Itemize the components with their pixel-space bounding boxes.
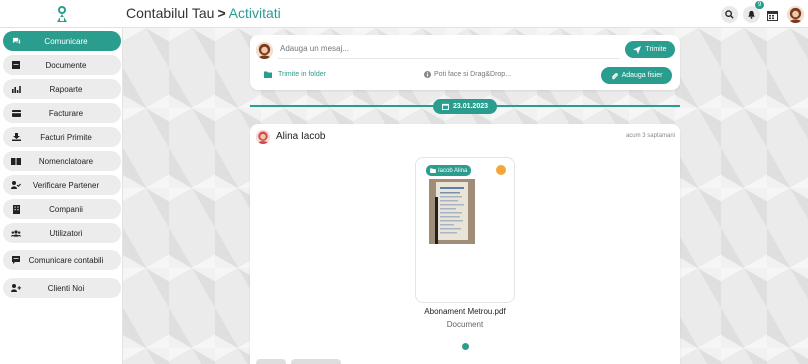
document-preview-image bbox=[429, 179, 475, 244]
chart-icon bbox=[11, 86, 21, 93]
add-file-label: Adauga fisier bbox=[621, 72, 663, 79]
sidebar-item-companii[interactable]: Companii bbox=[3, 199, 121, 219]
search-icon bbox=[725, 10, 734, 19]
calendar-icon bbox=[767, 11, 778, 21]
send-to-folder-label: Trimite in folder bbox=[278, 71, 326, 78]
info-icon bbox=[424, 71, 431, 78]
chat-icon bbox=[12, 37, 20, 45]
user-check-icon bbox=[11, 181, 21, 189]
sidebar-item-label: Facturare bbox=[48, 108, 84, 118]
sidebar-item-facturare[interactable]: Facturare bbox=[3, 103, 121, 123]
date-separator-label: 23.01.2023 bbox=[452, 103, 489, 110]
sidebar-item-label: Comunicare bbox=[44, 36, 88, 46]
sidebar-item-documente[interactable]: Documente bbox=[3, 55, 121, 75]
date-separator: 23.01.2023 bbox=[433, 99, 497, 114]
send-to-folder-link[interactable]: Trimite in folder bbox=[264, 71, 326, 78]
sidebar-item-utilizatori[interactable]: Utilizatori bbox=[3, 223, 121, 243]
message-icon bbox=[12, 256, 20, 264]
send-button[interactable]: Trimite bbox=[625, 41, 675, 58]
message-composer: Adauga un mesaj... Trimite Trimite in fo… bbox=[250, 35, 680, 90]
add-file-button[interactable]: Adauga fisier bbox=[601, 67, 672, 84]
document-folder-tag-label: Iacob Alina bbox=[438, 167, 468, 174]
sidebar-item-comunicare-contabili[interactable]: Comunicare contabili bbox=[3, 250, 121, 270]
post-author-name: Alina Iacob bbox=[276, 131, 326, 142]
drag-drop-hint: Poti face si Drag&Drop... bbox=[424, 71, 511, 78]
sidebar-item-label: Utilizatori bbox=[49, 228, 83, 238]
sidebar-item-label: Documente bbox=[45, 60, 87, 70]
sidebar-item-label: Companii bbox=[49, 204, 83, 214]
sidebar-item-verificare-partener[interactable]: Verificare Partener bbox=[3, 175, 121, 195]
sidebar: Comunicare Documente Rapoarte Facturare … bbox=[0, 28, 123, 364]
document-card[interactable]: Iacob Alina bbox=[415, 157, 515, 303]
search-button[interactable] bbox=[721, 6, 738, 23]
building-icon bbox=[12, 204, 20, 214]
folder-icon bbox=[264, 71, 272, 78]
breadcrumb-current: Activitati bbox=[228, 5, 281, 21]
post-action-chip[interactable] bbox=[291, 359, 341, 364]
sidebar-item-label: Verificare Partener bbox=[32, 180, 100, 190]
sidebar-item-label: Facturi Primite bbox=[40, 132, 92, 142]
users-icon bbox=[11, 229, 21, 237]
document-icon bbox=[12, 61, 20, 69]
card-icon bbox=[11, 109, 21, 117]
calendar-icon bbox=[441, 103, 449, 110]
breadcrumb-root[interactable]: Contabilul Tau bbox=[126, 5, 214, 21]
drag-drop-hint-text: Poti face si Drag&Drop... bbox=[434, 71, 512, 78]
sidebar-item-facturi-primite[interactable]: Facturi Primite bbox=[3, 127, 121, 147]
sidebar-item-label: Comunicare contabili bbox=[28, 255, 104, 265]
user-avatar-icon bbox=[256, 130, 270, 144]
inbox-icon bbox=[11, 133, 21, 141]
document-type: Document bbox=[446, 320, 484, 329]
post-action-chip[interactable] bbox=[256, 359, 286, 364]
send-icon bbox=[633, 45, 642, 54]
folder-icon bbox=[430, 168, 436, 173]
sidebar-item-rapoarte[interactable]: Rapoarte bbox=[3, 79, 121, 99]
top-bar: Contabilul Tau > Activitati 9 bbox=[0, 0, 808, 28]
composer-avatar bbox=[256, 42, 273, 59]
sidebar-item-nomenclatoare[interactable]: Nomenclatoare bbox=[3, 151, 121, 171]
post-author-avatar bbox=[256, 130, 270, 144]
user-avatar[interactable] bbox=[787, 6, 804, 23]
document-name[interactable]: Abonament Metrou.pdf bbox=[400, 307, 530, 316]
notification-badge: 9 bbox=[755, 1, 765, 9]
user-plus-icon bbox=[11, 284, 21, 292]
sidebar-item-label: Nomenclatoare bbox=[38, 156, 94, 166]
logo-icon[interactable] bbox=[54, 5, 70, 23]
activity-post: Alina Iacob acum 3 saptamani Iacob Alina bbox=[250, 124, 680, 364]
sidebar-item-label: Clienti Noi bbox=[47, 283, 85, 293]
document-status-dot bbox=[496, 165, 506, 175]
sidebar-item-comunicare[interactable]: Comunicare bbox=[3, 31, 121, 51]
bell-icon bbox=[748, 10, 755, 19]
message-input[interactable]: Adauga un mesaj... bbox=[280, 44, 349, 53]
composer-divider bbox=[278, 58, 620, 59]
document-folder-tag: Iacob Alina bbox=[426, 165, 472, 176]
calendar-button[interactable] bbox=[767, 8, 778, 26]
paperclip-icon bbox=[611, 72, 618, 79]
user-avatar-icon bbox=[787, 6, 804, 23]
post-timestamp: acum 3 saptamani bbox=[625, 133, 675, 139]
document-thumbnail[interactable] bbox=[429, 179, 475, 244]
sidebar-item-label: Rapoarte bbox=[49, 84, 83, 94]
breadcrumb-separator: > bbox=[217, 5, 226, 21]
breadcrumb: Contabilul Tau > Activitati bbox=[126, 5, 281, 22]
send-button-label: Trimite bbox=[645, 46, 667, 53]
sidebar-item-clienti-noi[interactable]: Clienti Noi bbox=[3, 278, 121, 298]
book-icon bbox=[11, 157, 21, 165]
user-avatar-icon bbox=[256, 42, 273, 59]
carousel-indicator[interactable] bbox=[462, 343, 469, 350]
